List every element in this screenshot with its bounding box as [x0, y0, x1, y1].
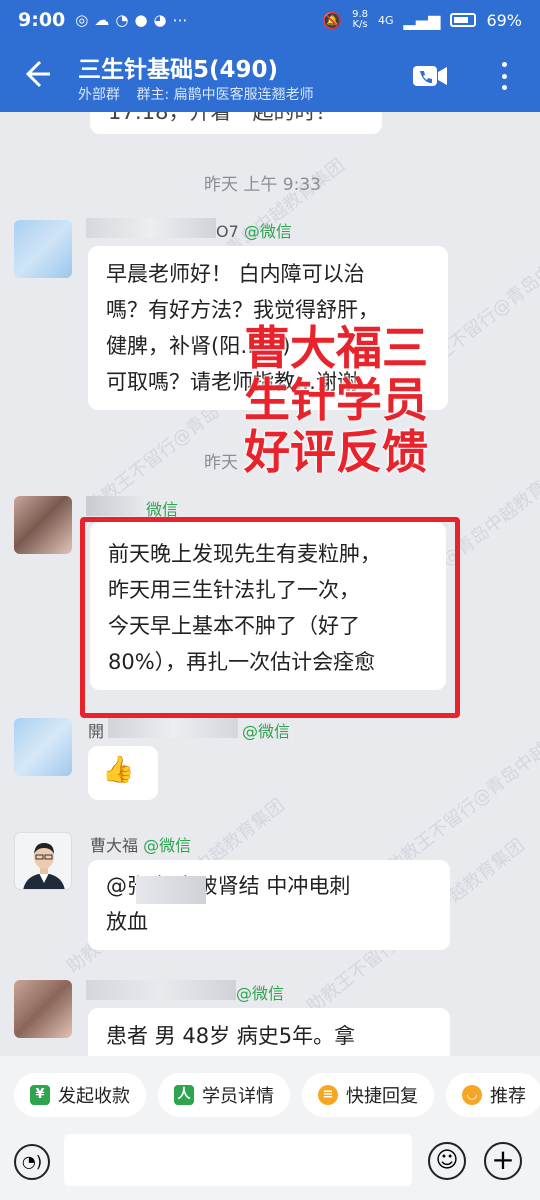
sender-name: O7 @微信 [216, 222, 292, 241]
video-call-icon[interactable] [412, 64, 448, 88]
chat-notification-icon: ◎ [75, 11, 89, 29]
more-notifications-icon: ⋯ [172, 11, 188, 29]
recommend-button[interactable]: ◡ 推荐 [446, 1073, 540, 1117]
message-bubble[interactable]: 👍 [88, 746, 158, 800]
blurred-name [86, 496, 144, 516]
more-options-icon[interactable] [496, 58, 512, 94]
net-speed: 9.8 K/s [352, 9, 368, 30]
sender-name: 開 [88, 722, 105, 741]
group-subtitle: 外部群 群主: 扁鹊中医客服连翘老师 [78, 84, 314, 104]
message-bubble[interactable]: @张 加上破肾结 中冲电刺 放血 [88, 860, 450, 950]
avatar[interactable] [14, 980, 72, 1038]
thumbs-up-icon: 👍 [102, 755, 135, 785]
group-type: 外部群 [78, 87, 120, 103]
group-owner: 群主: 扁鹊中医客服连翘老师 [136, 87, 314, 103]
status-bar: 9:00 ◎ ☁ ◔ ● ◕ ⋯ 🔕 9.8 K/s 4G ▂▄▆ 69% [0, 0, 540, 40]
cloud-icon: ☁ [94, 11, 110, 29]
back-arrow-icon[interactable] [18, 56, 54, 92]
sender-tag: @微信 [236, 984, 285, 1003]
chat-area[interactable]: 助教王不留行@青岛中越教育集团 助教王不留行@青岛中越教育集团 助教王不留行@青… [0, 112, 540, 1056]
sender-name: 曹大福 @微信 [90, 836, 192, 855]
add-attachment-icon[interactable]: + [484, 1142, 522, 1180]
message-icon: ● [134, 11, 148, 29]
avatar[interactable] [14, 718, 72, 776]
blurred-name [86, 980, 236, 1000]
quick-reply-button[interactable]: ≡ 快捷回复 [302, 1073, 434, 1117]
avatar[interactable] [14, 496, 72, 554]
start-payment-button[interactable]: ¥ 发起收款 [14, 1073, 146, 1117]
wechat-icon: ◔ [115, 11, 129, 29]
notification-icons: ◎ ☁ ◔ ● ◕ ⋯ [75, 11, 187, 29]
avatar[interactable] [14, 832, 72, 890]
chat-header: 三生针基础5(490) 外部群 群主: 扁鹊中医客服连翘老师 [0, 40, 540, 112]
group-title[interactable]: 三生针基础5(490) [78, 50, 278, 84]
signal-icon: 4G [377, 13, 394, 27]
signal-bars-icon: ▂▄▆ [403, 10, 441, 30]
payment-icon: ¥ [30, 1085, 50, 1105]
emoji-icon[interactable]: ☺ [428, 1142, 466, 1180]
voice-input-icon[interactable]: ◔) [14, 1144, 50, 1180]
message-bubble[interactable]: 患者 男 48岁 病史5年。拿 [88, 1008, 450, 1056]
overlay-caption: 曹大福三 生针学员 好评反馈 [244, 321, 428, 479]
input-bar: ◔) ☺ + [0, 1134, 540, 1200]
quick-action-bar: ¥ 发起收款 人 学员详情 ≡ 快捷回复 ◡ 推荐 [0, 1056, 540, 1134]
timestamp: 昨天 [204, 453, 238, 473]
student-details-button[interactable]: 人 学员详情 [158, 1073, 290, 1117]
blurred-name [86, 218, 216, 238]
clock: 9:00 [18, 9, 66, 31]
quick-reply-icon: ≡ [318, 1085, 338, 1105]
timestamp: 昨天 上午 9:33 [204, 175, 321, 195]
avatar[interactable] [14, 220, 72, 278]
blurred-mention [136, 876, 206, 904]
battery-level: 69% [486, 10, 522, 30]
recommend-icon: ◡ [462, 1085, 482, 1105]
mute-icon: 🔕 [322, 10, 343, 30]
message-bubble-partial[interactable]: 17:18，开着一起的时？ [90, 112, 382, 134]
person-icon: 人 [174, 1085, 194, 1105]
baidu-icon: ◕ [153, 11, 167, 29]
blurred-name [108, 718, 238, 738]
highlight-box [80, 517, 460, 718]
sender-tag: @微信 [242, 722, 291, 741]
battery-icon [450, 13, 477, 27]
message-input[interactable] [64, 1134, 412, 1186]
